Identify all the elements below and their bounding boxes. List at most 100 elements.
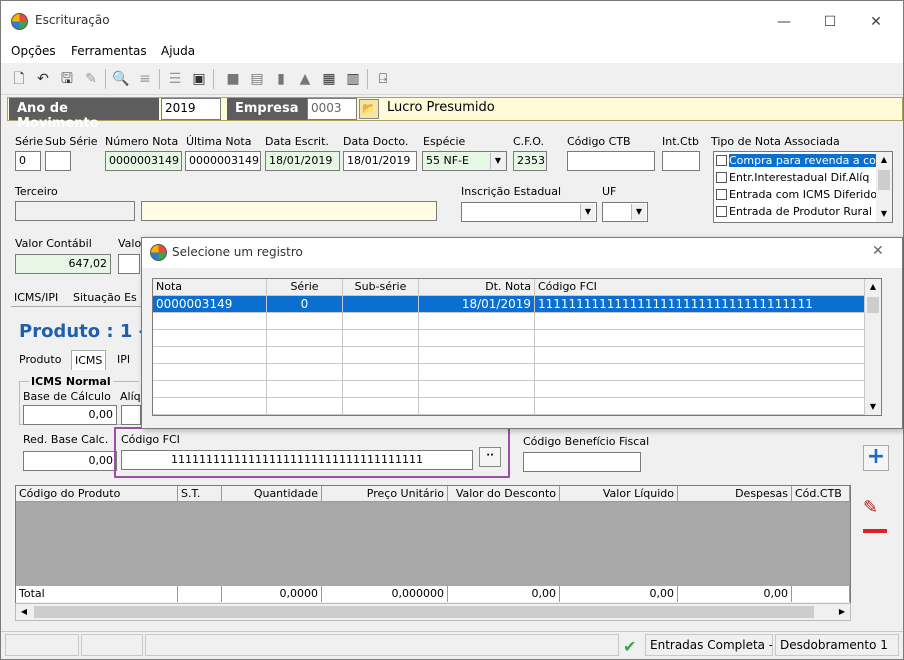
aliquota-field[interactable] [121, 405, 141, 425]
scroll-down-icon[interactable]: ▼ [876, 206, 892, 222]
minimize-button[interactable]: — [761, 7, 807, 37]
table-cell[interactable] [343, 381, 419, 398]
column-header[interactable]: Dt. Nota [419, 279, 535, 296]
table-cell[interactable] [343, 313, 419, 330]
column-header[interactable]: Código FCI [535, 279, 865, 296]
close-button[interactable]: ✕ [853, 7, 899, 37]
column-header[interactable]: S.T. [178, 486, 222, 502]
list-item[interactable]: Entr.Interestadual Dif.Alíq [716, 171, 876, 188]
codigo-beneficio-field[interactable] [523, 452, 641, 472]
table-cell[interactable]: 18/01/2019 [419, 296, 535, 313]
table-cell[interactable] [419, 330, 535, 347]
records-grid[interactable]: Nota Série Sub-série Dt. Nota Código FCI… [152, 278, 882, 416]
int-ctb-field[interactable] [662, 151, 700, 171]
table-cell[interactable] [153, 313, 267, 330]
uf-select[interactable]: ▼ [602, 202, 648, 222]
checkbox[interactable] [716, 189, 727, 200]
table-cell[interactable] [419, 381, 535, 398]
grid-vertical-scrollbar[interactable]: ▲ ▼ [864, 279, 881, 415]
chevron-down-icon[interactable]: ▼ [631, 204, 646, 220]
terceiro-name-field[interactable] [141, 201, 437, 221]
tab-icms-ipi[interactable]: ICMS/IPI [14, 291, 58, 304]
save-icon[interactable]: 🖫 [57, 69, 77, 89]
fci-lookup-button[interactable]: ·· [479, 447, 501, 467]
table-icon[interactable]: ▥ [343, 69, 363, 89]
table-cell[interactable] [267, 313, 343, 330]
table-cell[interactable]: 111111111111111111111111111111111111 [535, 296, 865, 313]
table-cell[interactable] [153, 330, 267, 347]
tab-situacao[interactable]: Situação Es [73, 291, 137, 304]
scroll-thumb[interactable] [867, 297, 879, 313]
subserie-field[interactable] [45, 151, 71, 171]
table-cell[interactable] [419, 398, 535, 415]
table-cell[interactable] [267, 347, 343, 364]
stats-icon[interactable]: ▦ [319, 69, 339, 89]
menu-opcoes[interactable]: Opções [11, 44, 56, 58]
new-document-icon[interactable]: 🗋 [9, 69, 29, 89]
list-icon[interactable]: ☰ [165, 69, 185, 89]
scroll-up-icon[interactable]: ▲ [865, 279, 881, 295]
column-header[interactable]: Despesas [678, 486, 792, 502]
column-header[interactable]: Preço Unitário [322, 486, 448, 502]
table-cell[interactable] [343, 330, 419, 347]
column-header[interactable]: Quantidade [222, 486, 322, 502]
calculator-icon[interactable]: ▤ [247, 69, 267, 89]
chevron-down-icon[interactable]: ▼ [490, 153, 505, 169]
listbox-scrollbar[interactable]: ▲ ▼ [876, 152, 892, 222]
base-calculo-field[interactable]: 0,00 [23, 405, 117, 425]
table-cell[interactable] [419, 364, 535, 381]
codigo-fci-field[interactable]: 111111111111111111111111111111111111 [121, 450, 473, 470]
open-folder-icon[interactable]: 📂 [359, 99, 379, 119]
table-cell[interactable] [267, 381, 343, 398]
file-icon[interactable]: ■ [223, 69, 243, 89]
chevron-down-icon[interactable]: ▼ [580, 204, 595, 220]
ano-field[interactable]: 2019 [161, 98, 221, 120]
bottle-icon[interactable]: ▮ [271, 69, 291, 89]
table-cell[interactable] [153, 398, 267, 415]
menu-ferramentas[interactable]: Ferramentas [71, 44, 147, 58]
table-cell[interactable] [535, 347, 865, 364]
serie-field[interactable]: 0 [15, 151, 41, 171]
column-header[interactable]: Valor Líquido [560, 486, 678, 502]
horizontal-scrollbar[interactable]: ◀ ▶ [15, 603, 851, 621]
tipo-nota-listbox[interactable]: Compra para revenda a co Entr.Interestad… [713, 151, 893, 223]
table-cell[interactable] [535, 398, 865, 415]
table-cell[interactable] [343, 296, 419, 313]
table-cell[interactable] [267, 364, 343, 381]
table-cell[interactable] [343, 398, 419, 415]
especie-select[interactable]: 55 NF-E ▼ [422, 151, 507, 171]
table-cell[interactable] [419, 313, 535, 330]
checkbox[interactable] [716, 206, 727, 217]
list-item[interactable]: Entrada de Produtor Rural [716, 205, 876, 222]
subtab-produto[interactable]: Produto [19, 353, 61, 366]
table-cell[interactable] [419, 347, 535, 364]
data-escrit-field[interactable]: 18/01/2019 [265, 151, 340, 171]
table-cell[interactable] [535, 330, 865, 347]
remove-button[interactable] [863, 529, 887, 533]
print-preview-icon[interactable]: 🔍 [111, 69, 131, 89]
table-cell[interactable] [535, 381, 865, 398]
scroll-down-icon[interactable]: ▼ [865, 399, 881, 415]
table-cell[interactable] [267, 330, 343, 347]
cfo-field[interactable]: 2353 [513, 151, 547, 171]
subtab-ipi[interactable]: IPI [117, 353, 130, 366]
data-docto-field[interactable]: 18/01/2019 [343, 151, 417, 171]
maximize-button[interactable]: ☐ [807, 7, 853, 37]
table-cell[interactable]: 0 [267, 296, 343, 313]
numero-nota-field[interactable]: 0000003149 [105, 151, 182, 171]
column-header[interactable]: Cód.CTB [792, 486, 850, 502]
truck-icon[interactable]: ▲ [295, 69, 315, 89]
nfe-icon[interactable]: ≡ [135, 69, 155, 89]
exit-door-icon[interactable]: ⍈ [373, 69, 393, 89]
list-item[interactable]: Compra para revenda a co [716, 154, 876, 171]
valor-contabil-field[interactable]: 647,02 [15, 254, 111, 274]
dialog-close-button[interactable]: ✕ [872, 243, 884, 259]
product-table[interactable]: Código do Produto S.T. Quantidade Preço … [15, 485, 851, 609]
terceiro-code-field[interactable] [15, 201, 135, 221]
column-header[interactable]: Nota [153, 279, 267, 296]
inscricao-estadual-select[interactable]: ▼ [461, 202, 597, 222]
undo-icon[interactable]: ↶ [33, 69, 53, 89]
menu-ajuda[interactable]: Ajuda [161, 44, 195, 58]
checkbox[interactable] [716, 172, 727, 183]
list-item[interactable]: Entrada com ICMS Diferido [716, 188, 876, 205]
